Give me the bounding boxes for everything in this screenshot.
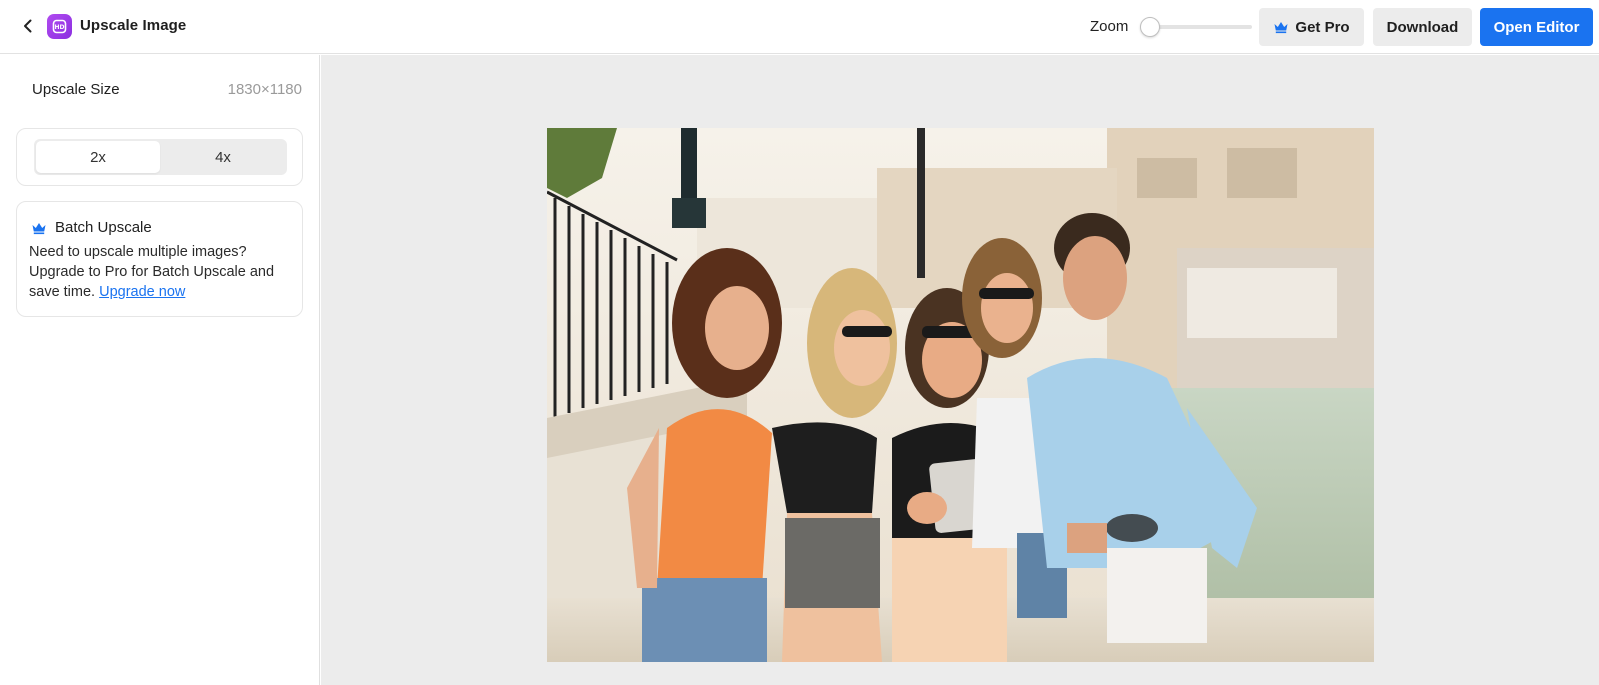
crown-icon <box>32 222 46 234</box>
upgrade-now-link[interactable]: Upgrade now <box>99 284 185 300</box>
crown-icon <box>1274 22 1288 34</box>
upscale-size-label: Upscale Size <box>32 81 120 98</box>
zoom-thumb[interactable] <box>1140 17 1160 37</box>
get-pro-button[interactable]: Get Pro <box>1259 8 1364 46</box>
back-button[interactable] <box>17 15 39 37</box>
scale-segmented-control: 2x 4x <box>34 139 287 175</box>
batch-upscale-title: Batch Upscale <box>55 219 152 236</box>
top-bar: HD Upscale Image Zoom Get Pro Download O… <box>0 0 1599 54</box>
batch-upscale-card: Batch Upscale Need to upscale multiple i… <box>16 201 303 317</box>
scale-options-card: 2x 4x <box>16 128 303 186</box>
page-title: Upscale Image <box>80 17 187 34</box>
sidebar: Upscale Size 1830×1180 2x 4x Batch Upsca… <box>0 55 320 685</box>
image-canvas <box>321 55 1599 685</box>
batch-upscale-header: Batch Upscale <box>31 219 152 236</box>
batch-upscale-description: Need to upscale multiple images? Upgrade… <box>29 242 299 302</box>
get-pro-label: Get Pro <box>1295 18 1350 36</box>
zoom-label: Zoom <box>1090 18 1129 35</box>
upscale-app-icon: HD <box>47 14 72 39</box>
scale-option-4x[interactable]: 4x <box>161 141 285 173</box>
upscale-size-value: 1830×1180 <box>227 81 302 98</box>
preview-image[interactable] <box>547 128 1374 662</box>
svg-text:HD: HD <box>54 24 64 31</box>
scale-option-2x[interactable]: 2x <box>36 141 160 173</box>
download-button[interactable]: Download <box>1373 8 1472 46</box>
chevron-left-icon <box>24 19 32 33</box>
zoom-slider[interactable] <box>1140 16 1252 38</box>
open-editor-button[interactable]: Open Editor <box>1480 8 1593 46</box>
